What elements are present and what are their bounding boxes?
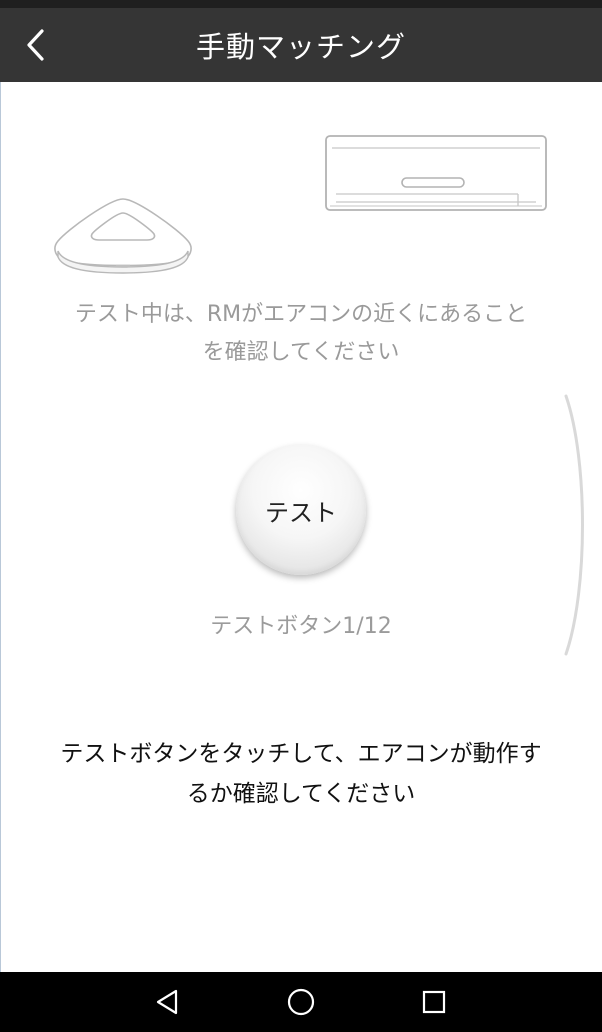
placement-hint: テスト中は、RMがエアコンの近くにあること を確認してください	[40, 296, 562, 372]
nav-recents-button[interactable]	[410, 978, 458, 1026]
page-title: 手動マッチング	[195, 30, 406, 64]
back-button[interactable]	[16, 22, 56, 68]
chevron-left-icon	[27, 29, 44, 61]
app-header: 手動マッチング	[0, 8, 602, 82]
nav-home-icon	[287, 988, 315, 1016]
status-bar	[0, 0, 602, 8]
instruction-text: テストボタンをタッチして、エアコンが動作す るか確認してください	[45, 734, 557, 814]
nav-back-icon	[156, 989, 178, 1015]
left-edge-line	[0, 82, 1, 972]
nav-recents-icon	[422, 990, 446, 1014]
placement-hint-line2: を確認してください	[202, 340, 400, 365]
test-counter: テストボタン1/12	[210, 614, 392, 639]
instruction-line2: るか確認してください	[186, 781, 416, 807]
nav-home-button[interactable]	[277, 978, 325, 1026]
test-button[interactable]: テスト	[236, 445, 366, 575]
placement-hint-line1: テスト中は、RMがエアコンの近くにあること	[74, 302, 528, 327]
air-conditioner-icon	[325, 135, 547, 211]
nav-back-button[interactable]	[144, 978, 192, 1026]
system-nav-bar	[0, 972, 602, 1032]
instruction-line1: テストボタンをタッチして、エアコンが動作す	[60, 741, 542, 767]
rm-hub-icon	[54, 198, 192, 274]
